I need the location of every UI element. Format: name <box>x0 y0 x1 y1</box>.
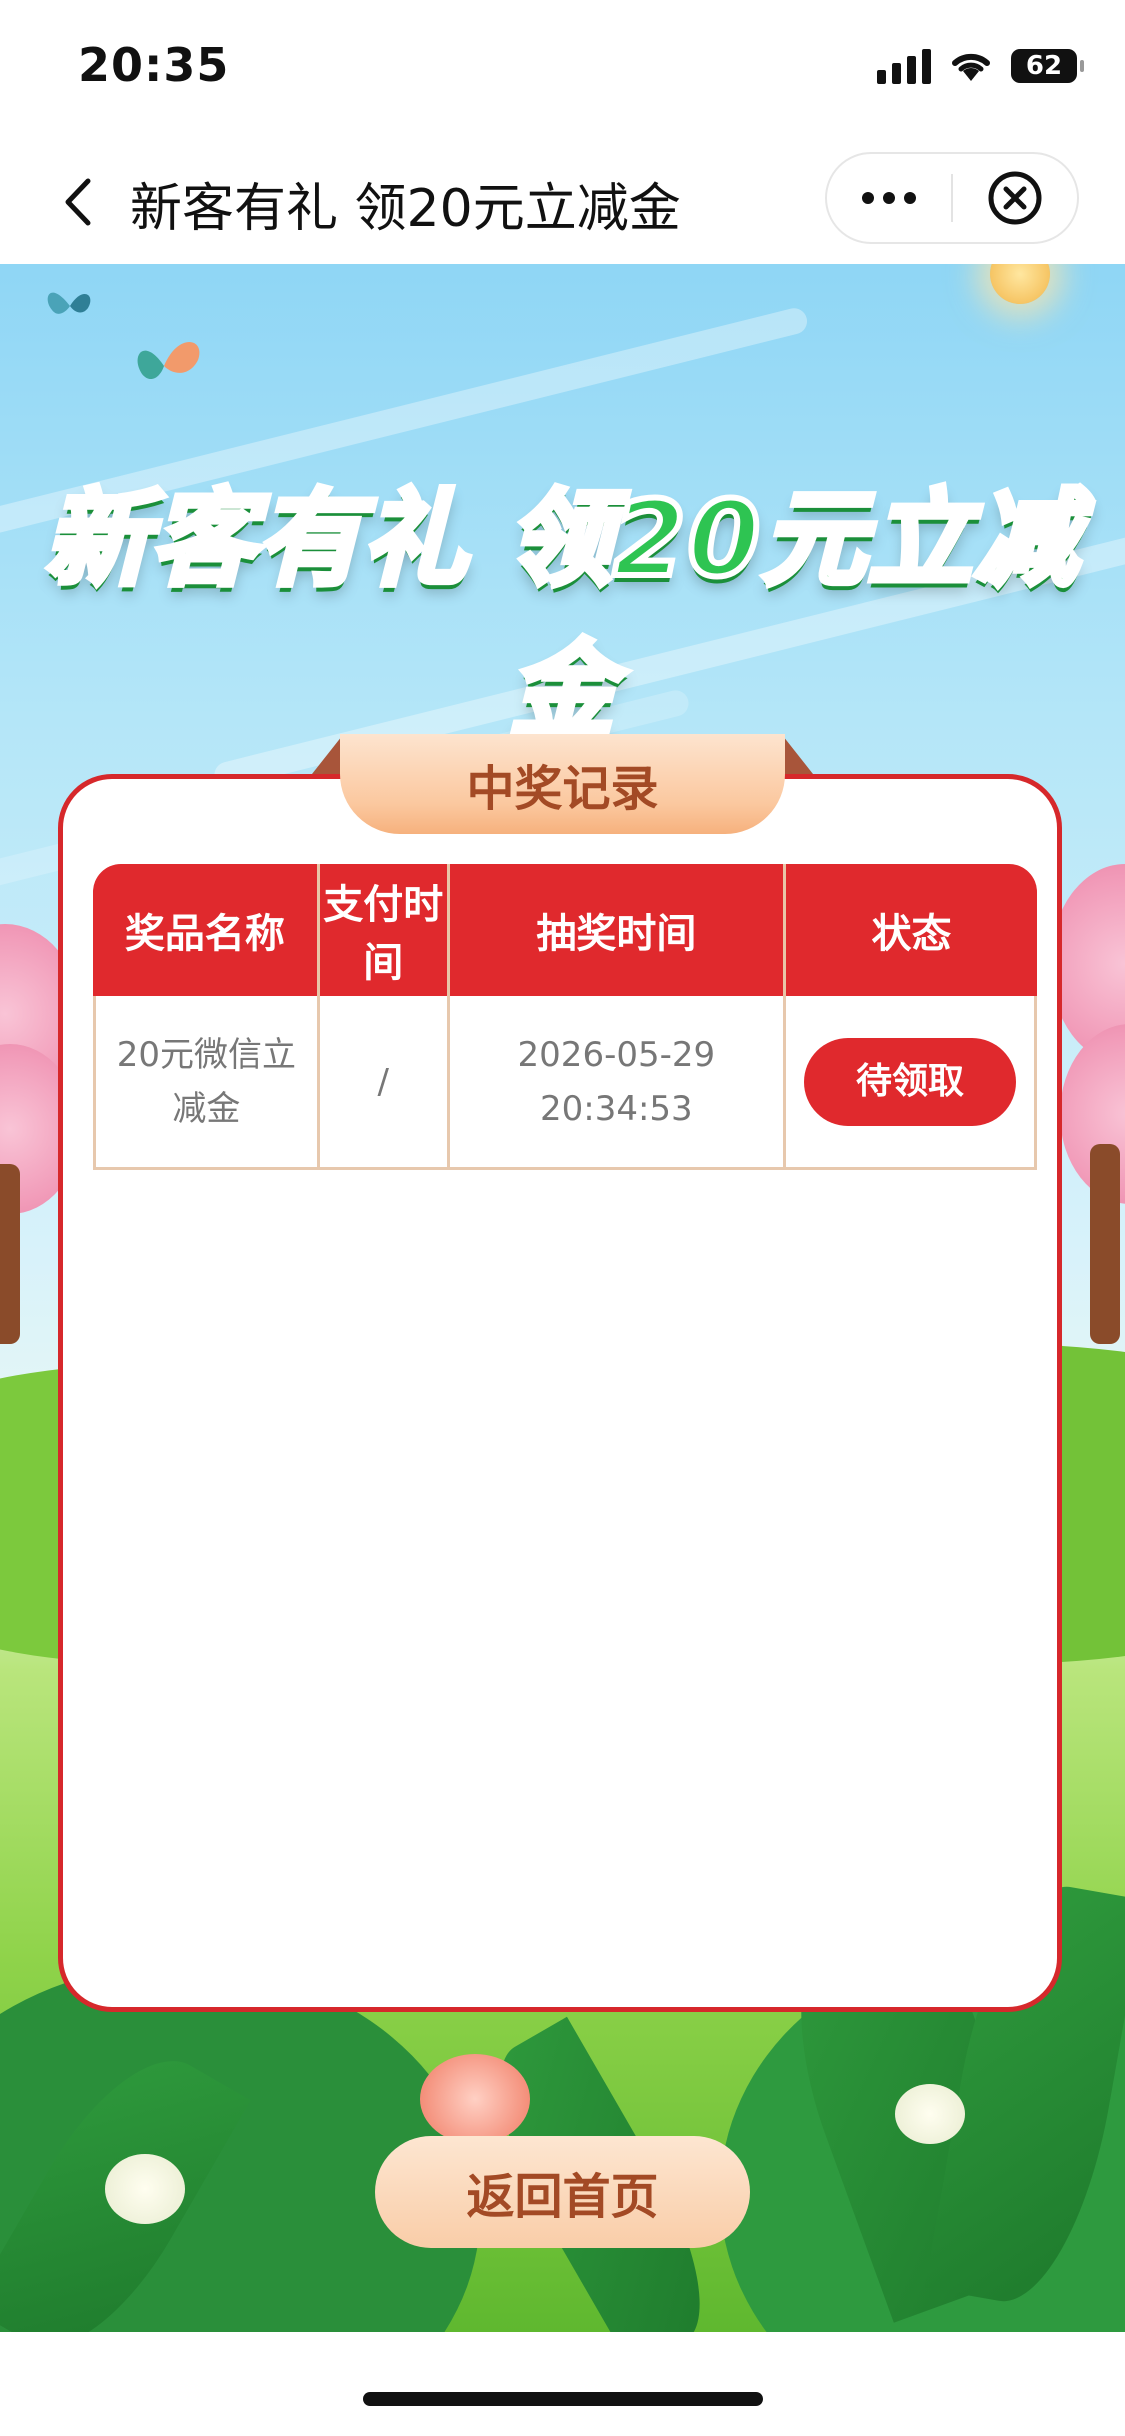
more-dots-icon <box>862 192 916 204</box>
home-indicator-bar <box>0 2332 1125 2436</box>
claim-button[interactable]: 待领取 <box>803 1037 1016 1126</box>
column-header-prize: 奖品名称 <box>93 864 320 996</box>
column-header-status: 状态 <box>785 864 1037 996</box>
mini-program-capsule <box>825 152 1079 244</box>
close-button[interactable] <box>953 154 1077 242</box>
battery-icon: 62 <box>1011 49 1084 83</box>
cell-pay-time: / <box>319 996 450 1170</box>
status-bar: 20:35 62 <box>0 0 1125 140</box>
table-row: 20元微信立减金 / 2026-05-29 20:34:53 待领取 <box>93 996 1037 1170</box>
tab-ribbon-right <box>783 736 813 774</box>
back-button[interactable] <box>52 172 102 232</box>
tab-ribbon-left <box>312 736 342 774</box>
butterfly-icon <box>137 342 200 380</box>
table-header-row: 奖品名称 支付时间 抽奖时间 状态 <box>93 864 1037 996</box>
flower <box>105 2154 185 2224</box>
cell-status: 待领取 <box>785 996 1037 1170</box>
wifi-icon <box>952 53 990 81</box>
column-header-pay-time: 支付时间 <box>319 864 450 996</box>
cell-prize: 20元微信立减金 <box>93 996 320 1170</box>
nav-bar: 新客有礼 领20元立减金 <box>0 140 1125 264</box>
return-home-button[interactable]: 返回首页 <box>375 2136 750 2248</box>
promo-scene: 新客有礼 领20元立减金 奖品名称 支付时间 抽奖时间 状态 20元微信立减金 … <box>0 264 1125 2332</box>
cell-draw-time: 2026-05-29 20:34:53 <box>449 996 786 1170</box>
coin-decoration <box>990 264 1050 304</box>
home-indicator[interactable] <box>363 2392 763 2406</box>
more-button[interactable] <box>827 154 951 242</box>
records-table: 奖品名称 支付时间 抽奖时间 状态 20元微信立减金 / 2026-05-29 … <box>93 864 1037 1170</box>
records-card: 奖品名称 支付时间 抽奖时间 状态 20元微信立减金 / 2026-05-29 … <box>58 774 1062 2012</box>
flower <box>420 2054 530 2144</box>
close-circle-icon <box>988 171 1042 225</box>
tree-trunk <box>0 1164 20 1344</box>
flower <box>895 2084 965 2144</box>
status-time: 20:35 <box>78 38 230 92</box>
signal-icon <box>877 48 931 84</box>
card-tab-title: 中奖记录 <box>340 734 785 834</box>
back-arrow-icon <box>65 178 91 226</box>
page-title: 新客有礼 领20元立减金 <box>130 179 681 239</box>
tree-trunk <box>1090 1144 1120 1344</box>
status-icons: 62 <box>877 48 1084 84</box>
column-header-draw-time: 抽奖时间 <box>449 864 786 996</box>
banner-headline: 新客有礼 领20元立减金 <box>42 475 1081 754</box>
butterfly-icon <box>47 292 91 314</box>
